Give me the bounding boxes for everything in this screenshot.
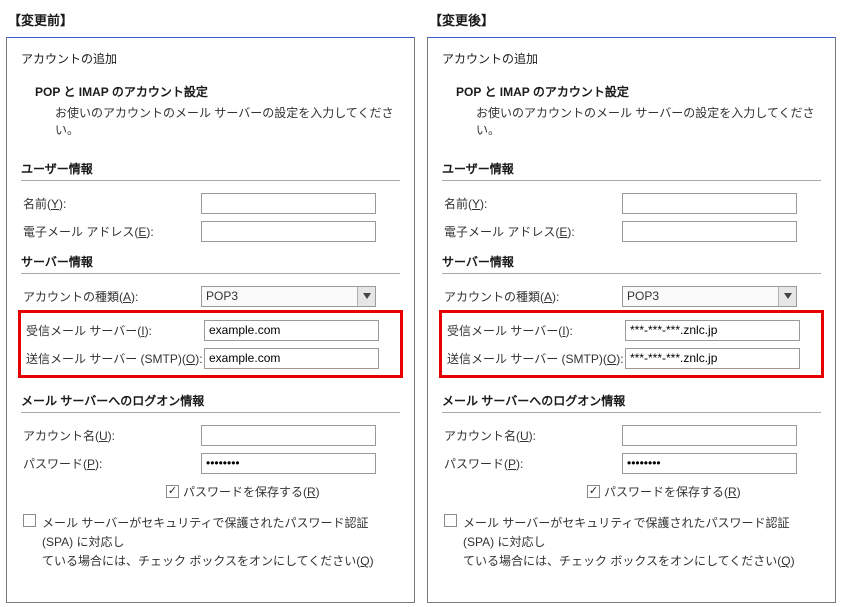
input-password[interactable] (201, 453, 376, 474)
row-account-name: アカウント名(U): (21, 421, 400, 449)
input-email[interactable] (201, 221, 376, 242)
column-before: 【変更前】 アカウントの追加 POP と IMAP のアカウント設定 お使いのア… (6, 4, 415, 603)
section-user-info: ユーザー情報 (21, 152, 400, 181)
row-email: 電子メール アドレス(E): (21, 217, 400, 245)
highlighted-server-fields: 受信メール サーバー(I): 送信メール サーバー (SMTP)(O): (439, 310, 824, 378)
row-account-type: アカウントの種類(A): POP3 (442, 282, 821, 310)
checkbox-remember-password[interactable] (166, 485, 179, 498)
label-account-type: アカウントの種類(A): (442, 288, 622, 305)
input-incoming-server[interactable] (625, 320, 800, 341)
intro-description: お使いのアカウントのメール サーバーの設定を入力してください。 (456, 100, 821, 138)
chevron-down-icon (357, 287, 375, 306)
section-server-info: サーバー情報 (442, 245, 821, 274)
label-account-type: アカウントの種類(A): (21, 288, 201, 305)
label-incoming-server: 受信メール サーバー(I): (445, 322, 625, 339)
row-remember-password: パスワードを保存する(R) (442, 477, 821, 508)
input-name[interactable] (622, 193, 797, 214)
label-password: パスワード(P): (21, 455, 201, 472)
comparison-wrapper: 【変更前】 アカウントの追加 POP と IMAP のアカウント設定 お使いのア… (0, 0, 842, 607)
select-account-type[interactable]: POP3 (201, 286, 376, 307)
row-account-type: アカウントの種類(A): POP3 (21, 282, 400, 310)
label-email: 電子メール アドレス(E): (21, 223, 201, 240)
intro-heading: POP と IMAP のアカウント設定 (456, 83, 821, 100)
label-name: 名前(Y): (442, 195, 622, 212)
input-password[interactable] (622, 453, 797, 474)
input-outgoing-server[interactable] (204, 348, 379, 369)
input-name[interactable] (201, 193, 376, 214)
label-email: 電子メール アドレス(E): (442, 223, 622, 240)
checkbox-remember-password[interactable] (587, 485, 600, 498)
account-dialog-panel: アカウントの追加 POP と IMAP のアカウント設定 お使いのアカウントのメ… (6, 37, 415, 603)
row-incoming-server: 受信メール サーバー(I): (24, 316, 397, 344)
label-account-name: アカウント名(U): (21, 427, 201, 444)
highlighted-server-fields: 受信メール サーバー(I): 送信メール サーバー (SMTP)(O): (18, 310, 403, 378)
label-name: 名前(Y): (21, 195, 201, 212)
input-account-name[interactable] (201, 425, 376, 446)
checkbox-spa[interactable] (444, 514, 457, 527)
input-account-name[interactable] (622, 425, 797, 446)
dialog-title: アカウントの追加 (21, 50, 400, 67)
row-account-name: アカウント名(U): (442, 421, 821, 449)
label-spa: メール サーバーがセキュリティで保護されたパスワード認証 (SPA) に対応し … (42, 514, 394, 572)
label-outgoing-server: 送信メール サーバー (SMTP)(O): (24, 350, 204, 367)
section-logon-info: メール サーバーへのログオン情報 (442, 384, 821, 413)
section-server-info: サーバー情報 (21, 245, 400, 274)
account-dialog-panel: アカウントの追加 POP と IMAP のアカウント設定 お使いのアカウントのメ… (427, 37, 836, 603)
section-user-info: ユーザー情報 (442, 152, 821, 181)
column-after: 【変更後】 アカウントの追加 POP と IMAP のアカウント設定 お使いのア… (427, 4, 836, 603)
select-account-type[interactable]: POP3 (622, 286, 797, 307)
label-password: パスワード(P): (442, 455, 622, 472)
select-account-type-value: POP3 (623, 287, 778, 306)
row-remember-password: パスワードを保存する(R) (21, 477, 400, 508)
label-remember-password: パスワードを保存する(R) (604, 483, 741, 500)
input-email[interactable] (622, 221, 797, 242)
select-account-type-value: POP3 (202, 287, 357, 306)
column-before-title: 【変更前】 (6, 4, 415, 37)
input-outgoing-server[interactable] (625, 348, 800, 369)
input-incoming-server[interactable] (204, 320, 379, 341)
label-incoming-server: 受信メール サーバー(I): (24, 322, 204, 339)
intro-block: POP と IMAP のアカウント設定 お使いのアカウントのメール サーバーの設… (442, 81, 821, 152)
chevron-down-icon (778, 287, 796, 306)
section-logon-info: メール サーバーへのログオン情報 (21, 384, 400, 413)
intro-block: POP と IMAP のアカウント設定 お使いのアカウントのメール サーバーの設… (21, 81, 400, 152)
column-after-title: 【変更後】 (427, 4, 836, 37)
row-password: パスワード(P): (21, 449, 400, 477)
intro-description: お使いのアカウントのメール サーバーの設定を入力してください。 (35, 100, 400, 138)
label-remember-password: パスワードを保存する(R) (183, 483, 320, 500)
label-account-name: アカウント名(U): (442, 427, 622, 444)
row-password: パスワード(P): (442, 449, 821, 477)
row-outgoing-server: 送信メール サーバー (SMTP)(O): (24, 344, 397, 372)
intro-heading: POP と IMAP のアカウント設定 (35, 83, 400, 100)
label-spa: メール サーバーがセキュリティで保護されたパスワード認証 (SPA) に対応し … (463, 514, 815, 572)
label-outgoing-server: 送信メール サーバー (SMTP)(O): (445, 350, 625, 367)
row-outgoing-server: 送信メール サーバー (SMTP)(O): (445, 344, 818, 372)
row-spa: メール サーバーがセキュリティで保護されたパスワード認証 (SPA) に対応し … (442, 508, 821, 572)
row-spa: メール サーバーがセキュリティで保護されたパスワード認証 (SPA) に対応し … (21, 508, 400, 572)
row-email: 電子メール アドレス(E): (442, 217, 821, 245)
row-name: 名前(Y): (21, 189, 400, 217)
row-incoming-server: 受信メール サーバー(I): (445, 316, 818, 344)
dialog-title: アカウントの追加 (442, 50, 821, 67)
checkbox-spa[interactable] (23, 514, 36, 527)
row-name: 名前(Y): (442, 189, 821, 217)
